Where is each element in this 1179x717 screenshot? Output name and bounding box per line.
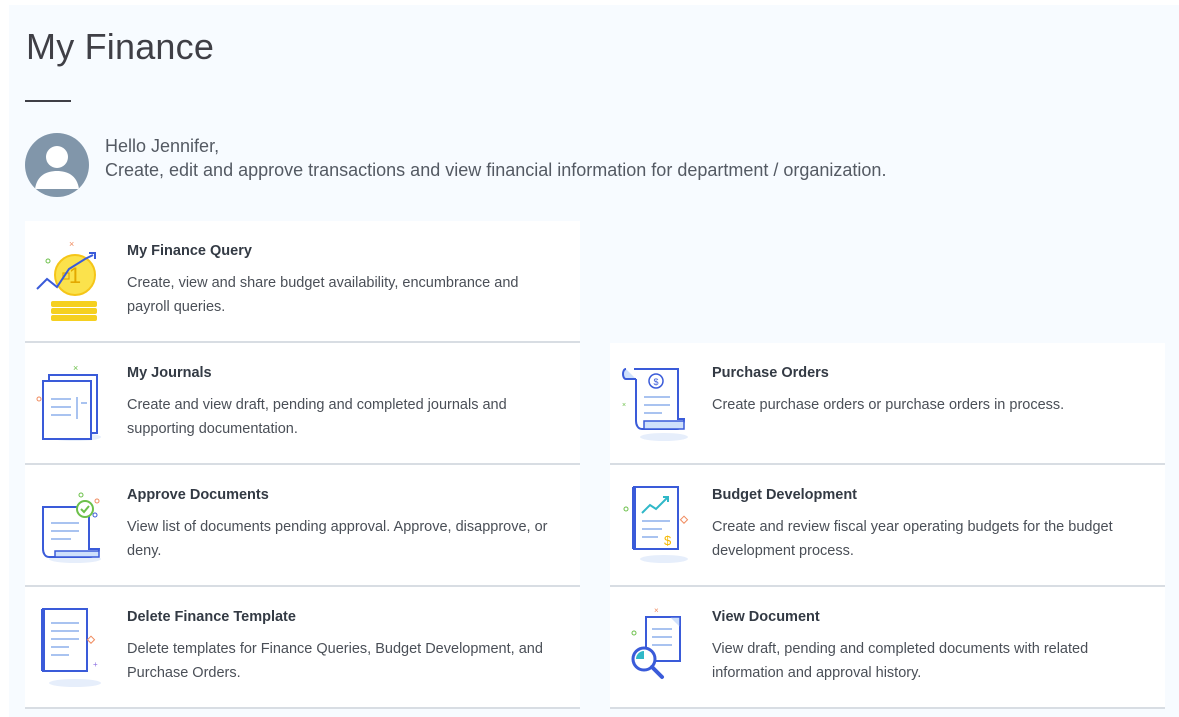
card-approve-documents[interactable]: Approve Documents View list of documents… [25,465,580,587]
card-description: Create, view and share budget availabili… [127,275,519,315]
delete-template-icon: + [35,601,119,691]
avatar [25,133,89,197]
page-title: My Finance [26,26,215,67]
view-document-icon: × [620,601,704,691]
page-description: Create, edit and approve transactions an… [105,160,887,180]
card-my-journals[interactable]: × My Journals Create and view draft, pen… [25,343,580,465]
budget-development-icon: $ [620,479,704,569]
svg-text:$: $ [653,377,658,387]
card-title[interactable]: Budget Development [712,487,857,503]
svg-text:×: × [622,402,626,409]
card-delete-finance-template[interactable]: + Delete Finance Template Delete templat… [25,587,580,709]
card-description: View list of documents pending approval.… [127,519,548,559]
svg-text:×: × [69,239,74,249]
card-description: Create and view draft, pending and compl… [127,397,507,437]
svg-text:$: $ [664,533,672,548]
svg-text:×: × [73,363,78,373]
card-purchase-orders[interactable]: $ × Purchase Orders Create purchase orde… [610,343,1165,465]
title-divider [25,100,71,102]
card-view-document[interactable]: × View Document View draft, pending and … [610,587,1165,709]
card-description: Create purchase orders or purchase order… [712,397,1065,413]
approve-document-icon [35,479,119,569]
card-budget-development[interactable]: $ Budget Development Create and review f… [610,465,1165,587]
card-title[interactable]: My Journals [127,365,212,381]
card-title[interactable]: Delete Finance Template [127,609,296,625]
card-description: View draft, pending and completed docume… [712,641,1089,681]
card-title[interactable]: Approve Documents [127,487,269,503]
journals-icon: × [35,357,119,447]
card-description: Delete templates for Finance Queries, Bu… [127,641,543,681]
coins-chart-icon: 1 × [35,235,119,325]
card-title[interactable]: My Finance Query [127,243,252,259]
greeting-text: Hello Jennifer, [105,136,220,156]
svg-text:+: + [93,660,98,669]
card-title[interactable]: View Document [712,609,820,625]
purchase-order-icon: $ × [620,357,704,447]
svg-text:×: × [654,606,659,615]
greeting-block: Hello Jennifer, Create, edit and approve… [105,134,886,182]
card-my-finance-query[interactable]: 1 × My Finance Query Create, view and sh… [25,221,580,343]
svg-text:1: 1 [69,263,81,288]
card-title[interactable]: Purchase Orders [712,365,829,381]
card-description: Create and review fiscal year operating … [712,519,1113,559]
